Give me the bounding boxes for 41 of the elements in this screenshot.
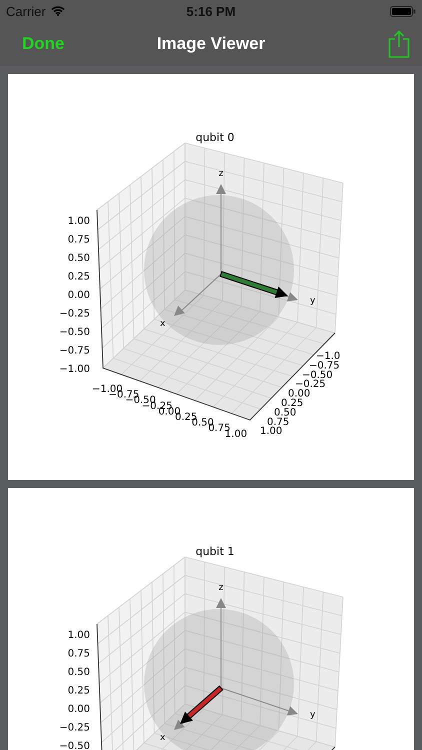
tick-label: 0.75 <box>267 416 290 428</box>
plot-title: qubit 0 <box>196 131 234 144</box>
tick-label: 0.50 <box>68 667 90 678</box>
tick-label: −0.25 <box>59 308 90 320</box>
tick-label: 0.75 <box>68 234 90 246</box>
status-time: 5:16 PM <box>186 4 236 18</box>
tick-label: 0.00 <box>288 388 310 400</box>
tick-label: −1.00 <box>59 364 90 375</box>
share-button[interactable] <box>386 28 412 60</box>
tick-label: −0.25 <box>295 379 326 390</box>
tick-label: 1.00 <box>260 426 282 438</box>
tick-label: 1.00 <box>224 428 248 440</box>
tick-label: 0.00 <box>68 704 90 715</box>
tick-label: −0.25 <box>59 722 90 734</box>
tick-label: −0.75 <box>309 360 340 372</box>
tick-label: 1.00 <box>68 216 90 227</box>
tick-label: −0.50 <box>59 327 90 338</box>
carrier-name: Carrier <box>6 4 46 18</box>
axis-label: y <box>310 710 316 720</box>
done-button[interactable]: Done <box>14 30 72 58</box>
axis-label: z <box>218 583 224 593</box>
tick-label: 0.25 <box>68 686 90 696</box>
tick-label: −0.75 <box>59 346 90 356</box>
tick-label: 0.00 <box>68 290 90 301</box>
tick-label: 1.00 <box>68 630 90 641</box>
tick-label: 0.75 <box>68 648 90 660</box>
tick-label: 0.25 <box>281 398 304 409</box>
nav-title: Image Viewer <box>156 34 266 54</box>
axis-label: z <box>218 169 224 179</box>
tick-label: 0.50 <box>274 407 296 418</box>
tick-label: −1.0 <box>316 351 340 362</box>
axis-label: y <box>310 296 316 306</box>
tick-label: −0.50 <box>302 370 333 381</box>
axis-label: x <box>160 733 166 743</box>
tick-label: 0.50 <box>68 253 90 264</box>
plot-title: qubit 1 <box>196 545 234 558</box>
battery-icon <box>390 6 416 16</box>
axis-label: x <box>160 319 166 329</box>
tick-label: 0.25 <box>68 272 90 282</box>
wifi-icon <box>50 6 65 16</box>
tick-label: −0.50 <box>59 741 90 750</box>
